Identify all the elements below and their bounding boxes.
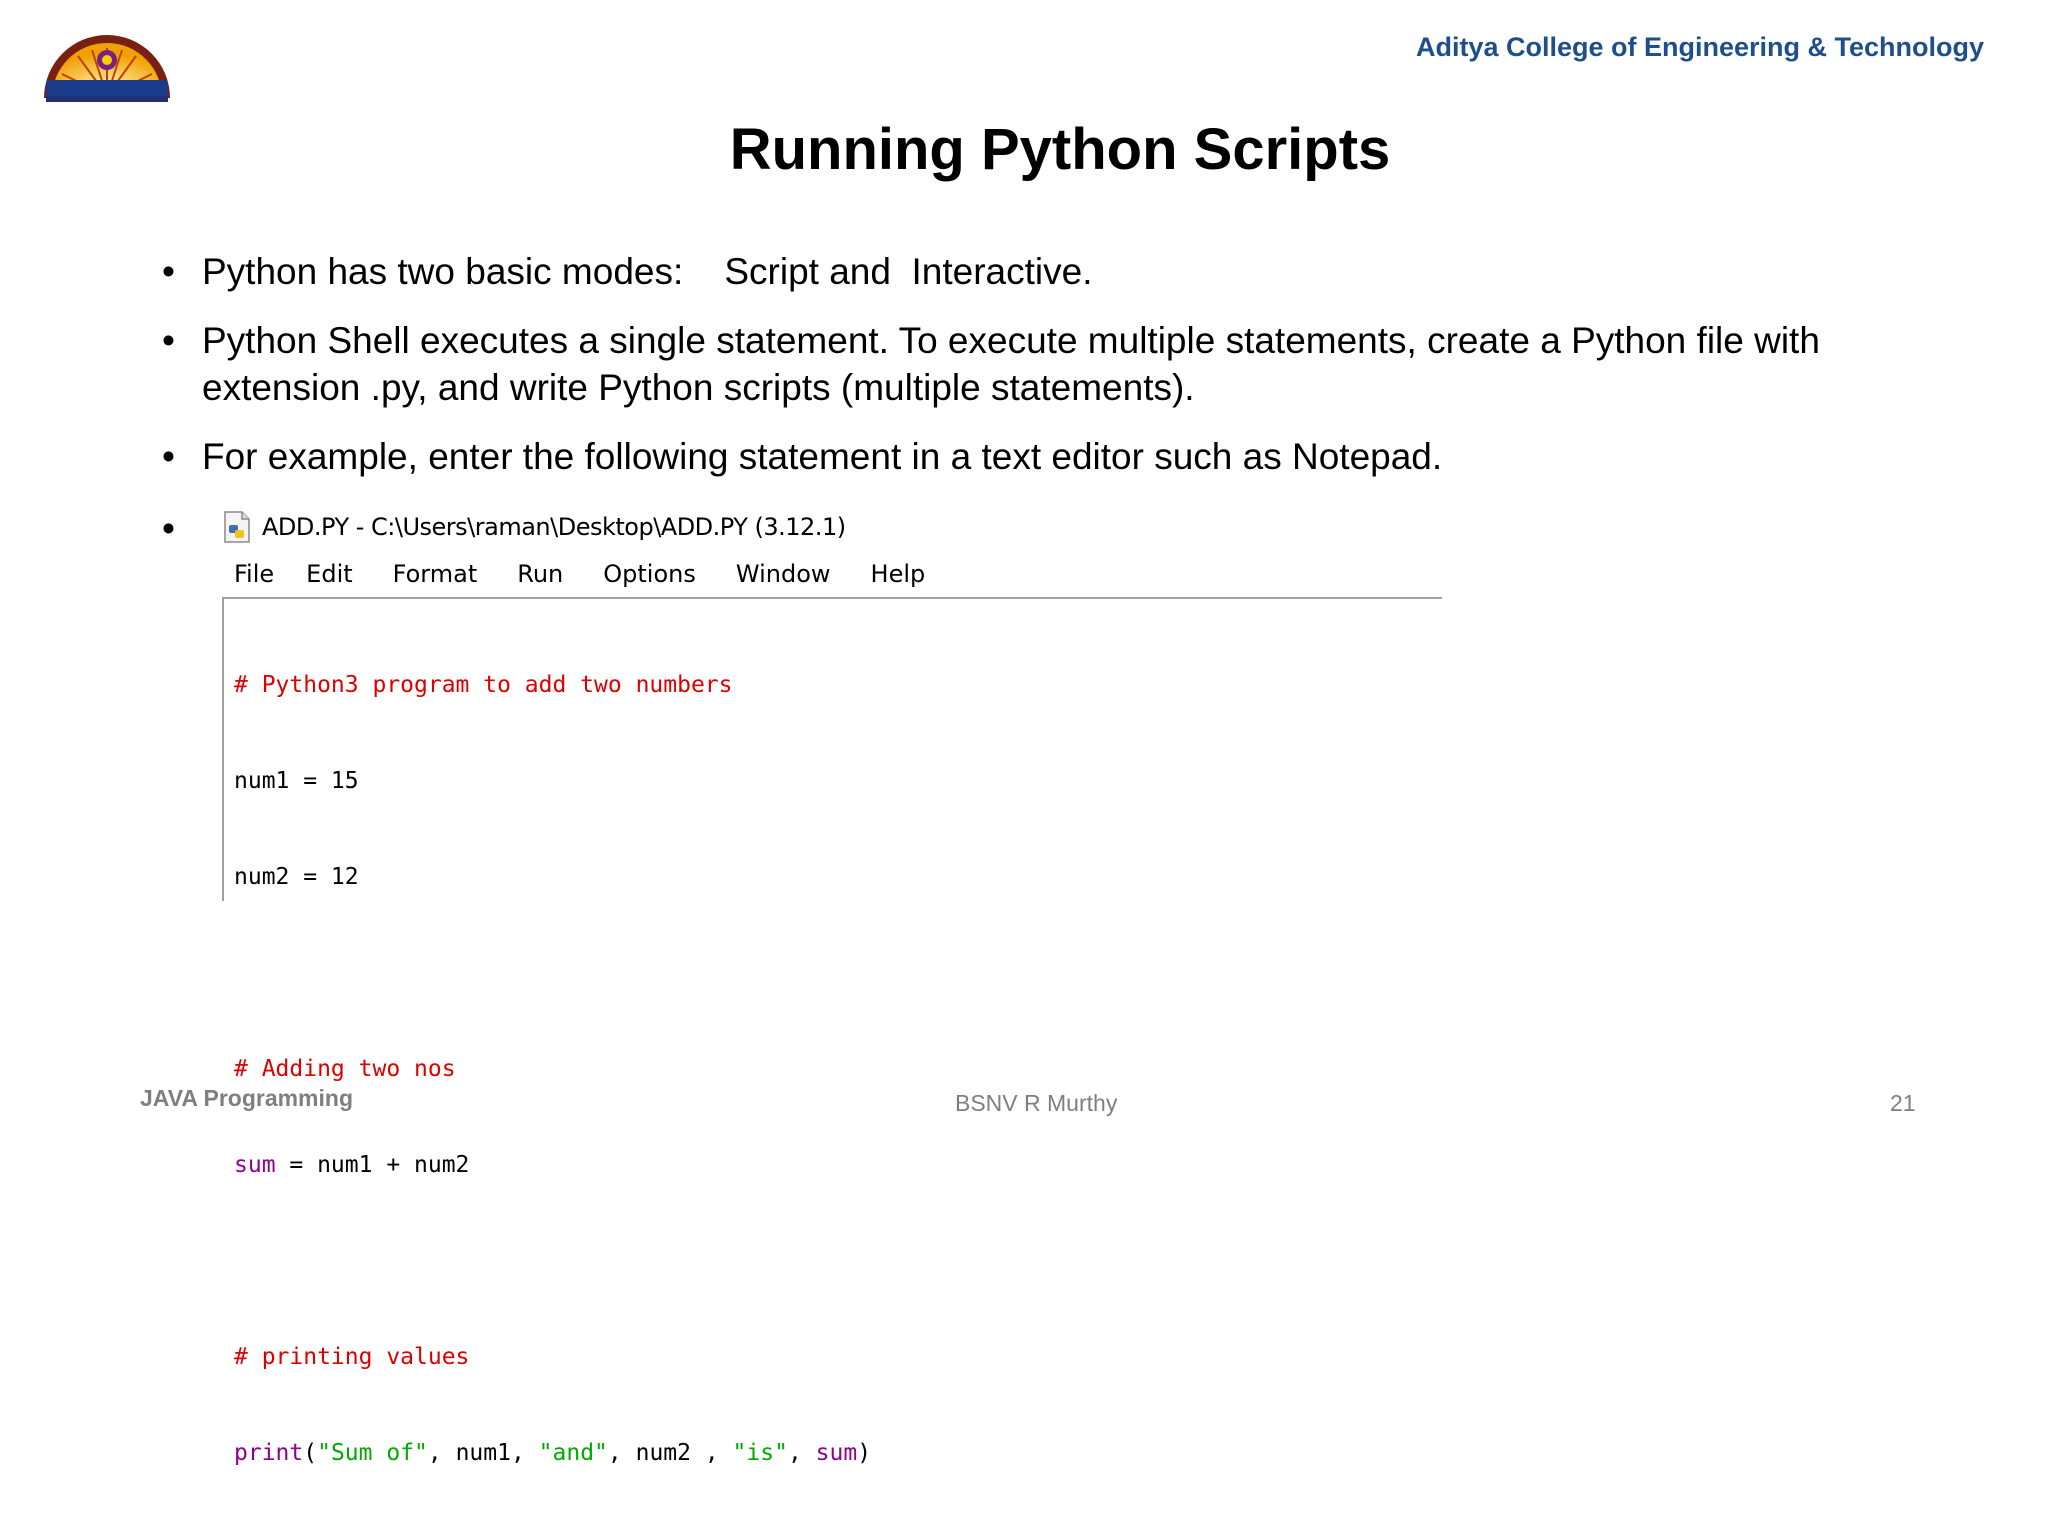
menu-run[interactable]: Run (505, 560, 563, 588)
bullet-dot: • (162, 436, 175, 477)
idle-editor-screenshot: ADD.PY - C:\Users\raman\Desktop\ADD.PY (… (222, 505, 1442, 1466)
college-name: Aditya College of Engineering & Technolo… (1415, 32, 1984, 62)
code-text: = num1 + num2 (275, 1152, 470, 1178)
code-comment: # Adding two nos (234, 1056, 456, 1082)
bullet-dot: • (162, 251, 175, 292)
bullet-item: • Python Shell executes a single stateme… (162, 317, 1942, 411)
college-logo (38, 18, 176, 106)
college-logo-emblem-icon (44, 35, 170, 102)
code-line: num1 = 15 (234, 768, 359, 794)
code-text: , (787, 1440, 816, 1466)
python-file-icon (224, 511, 250, 543)
bullet-item: • Python has two basic modes: Script and… (162, 248, 1942, 295)
slide-title: Running Python Scripts (729, 117, 1391, 182)
footer-course-name: JAVA Programming (140, 1085, 353, 1111)
code-string: "and" (538, 1440, 608, 1466)
idle-window-title: ADD.PY - C:\Users\raman\Desktop\ADD.PY (… (262, 513, 846, 541)
code-builtin: sum (234, 1152, 276, 1178)
code-builtin: sum (815, 1440, 858, 1466)
bullet-list: • Python has two basic modes: Script and… (162, 248, 1942, 502)
code-line: num2 = 12 (234, 864, 359, 890)
bullet-dot: • (162, 320, 175, 361)
code-string: "is" (732, 1440, 788, 1466)
idle-title-bar: ADD.PY - C:\Users\raman\Desktop\ADD.PY (… (222, 505, 846, 549)
footer-author: BSNV R Murthy (955, 1090, 1118, 1116)
bullet-item: • For example, enter the following state… (162, 433, 1942, 480)
code-comment: # printing values (234, 1344, 470, 1370)
bullet-text: Python Shell executes a single statement… (202, 320, 1820, 408)
code-line: sum = num1 + num2 (234, 1149, 871, 1181)
bullet-text: For example, enter the following stateme… (202, 436, 1443, 477)
slide: Aditya College of Engineering & Technolo… (0, 0, 2048, 1466)
menu-file[interactable]: File (222, 560, 274, 588)
code-builtin: print (234, 1440, 304, 1466)
code-string: "Sum of" (317, 1440, 428, 1466)
code-line: print("Sum of", num1, "and", num2 , "is"… (234, 1437, 871, 1469)
code-text: ( (303, 1440, 318, 1466)
code-comment: # Python3 program to add two numbers (234, 672, 733, 698)
menu-options[interactable]: Options (591, 560, 696, 588)
code-block: # Python3 program to add two numbers num… (234, 605, 871, 1533)
idle-menu-bar: File Edit Format Run Options Window Help (222, 553, 953, 595)
bullet-text: Python has two basic modes: Script and I… (202, 251, 1093, 292)
menu-edit[interactable]: Edit (294, 560, 352, 588)
code-text: , num1, (427, 1440, 539, 1466)
menu-help[interactable]: Help (859, 560, 926, 588)
code-editor-area[interactable]: # Python3 program to add two numbers num… (222, 597, 1442, 1466)
menu-format[interactable]: Format (381, 560, 478, 588)
menu-window[interactable]: Window (724, 560, 831, 588)
code-text: , num2 , (607, 1440, 733, 1466)
code-text: ) (857, 1440, 872, 1466)
footer-page-number: 21 (1890, 1090, 1916, 1116)
bullet-dot: • (162, 508, 175, 549)
